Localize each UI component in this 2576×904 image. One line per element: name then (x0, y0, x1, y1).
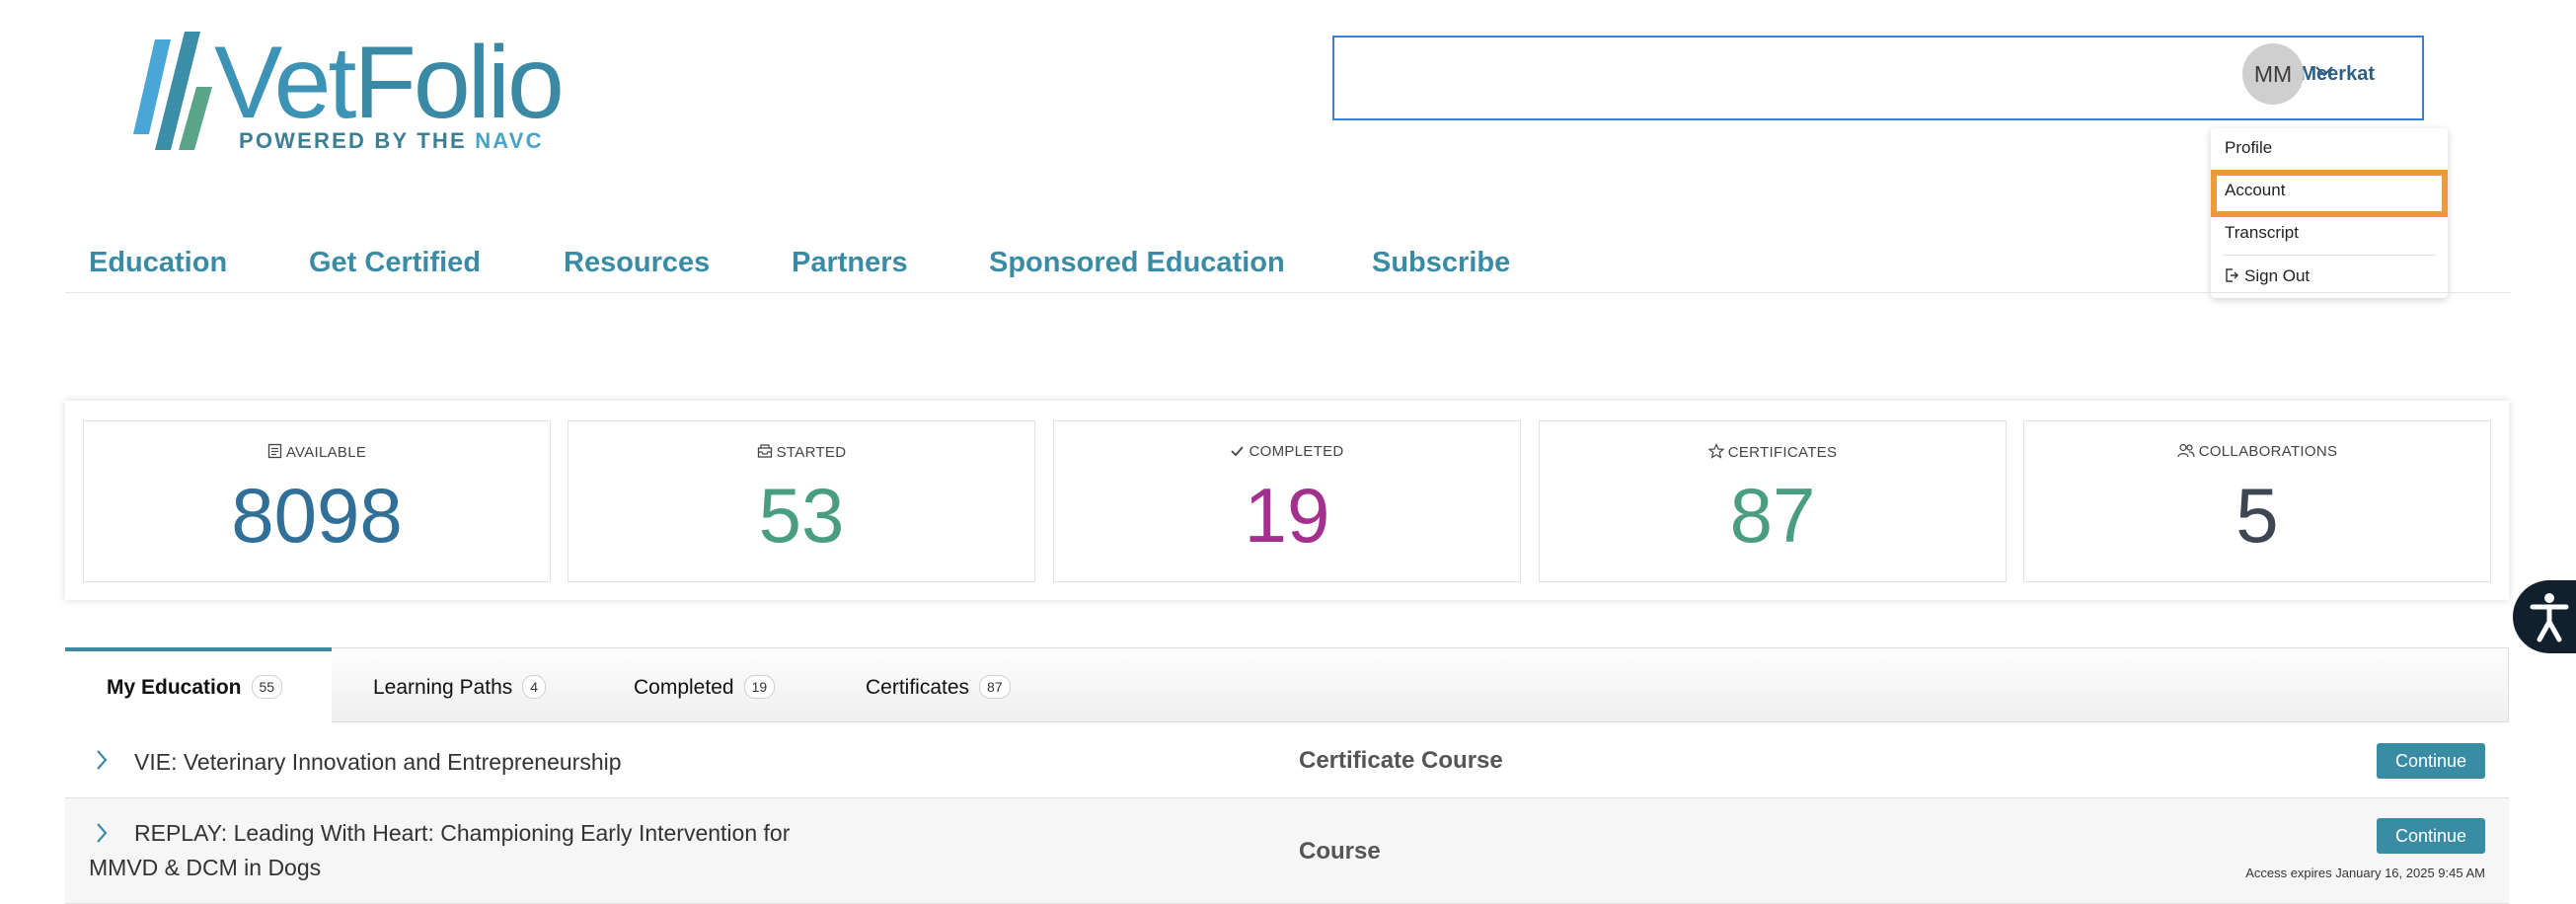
logo-tagline: POWERED BY THE NAVC (239, 128, 544, 153)
stat-label-completed: COMPLETED (1054, 443, 1520, 460)
tab-label: My Education (107, 676, 242, 699)
accessibility-button[interactable] (2513, 580, 2576, 653)
tab-certificates[interactable]: Certificates 87 (824, 647, 1051, 722)
logo-mark-icon (133, 32, 212, 150)
menu-item-transcript[interactable]: Transcript (2225, 223, 2299, 243)
chevron-right-icon[interactable] (95, 821, 109, 845)
nav-sponsored-education[interactable]: Sponsored Education (989, 247, 1285, 279)
tab-completed[interactable]: Completed 19 (592, 647, 819, 722)
tab-label: Learning Paths (373, 676, 513, 699)
stat-card-completed[interactable]: COMPLETED 19 (1053, 420, 1521, 582)
nav-partners[interactable]: Partners (792, 247, 908, 279)
course-type: Course (1299, 838, 1381, 865)
course-title-line2[interactable]: MMVD & DCM in Dogs (89, 851, 321, 884)
course-title-line1[interactable]: REPLAY: Leading With Heart: Championing … (134, 816, 790, 850)
stat-label-certificates: CERTIFICATES (1540, 443, 2006, 461)
stat-card-certificates[interactable]: CERTIFICATES 87 (1539, 420, 2007, 582)
stat-card-available[interactable]: AVAILABLE 8098 (83, 420, 551, 582)
continue-button[interactable]: Continue (2377, 818, 2485, 854)
tab-count-badge: 19 (743, 675, 776, 699)
nav-subscribe[interactable]: Subscribe (1372, 247, 1510, 279)
tab-learning-paths[interactable]: Learning Paths 4 (332, 647, 568, 722)
logo-wordmark: VetFolio (214, 26, 565, 140)
tab-my-education[interactable]: My Education 55 (65, 647, 332, 722)
stat-label-available: AVAILABLE (84, 443, 550, 461)
vetfolio-logo[interactable]: VetFolio POWERED BY THE NAVC (133, 28, 565, 156)
star-icon (1707, 443, 1725, 459)
accessibility-icon (2530, 593, 2569, 642)
menu-item-account[interactable]: Account (2225, 181, 2285, 200)
avatar[interactable]: MM (2242, 43, 2304, 105)
user-dropdown-menu: Profile Account Transcript Sign Out (2211, 128, 2448, 298)
nav-divider (65, 292, 2511, 293)
stat-value-available: 8098 (231, 472, 403, 559)
inbox-icon (757, 444, 772, 458)
access-expiry-text: Access expires January 16, 2025 9:45 AM (2245, 866, 2485, 880)
course-title[interactable]: VIE: Veterinary Innovation and Entrepren… (134, 745, 622, 779)
stat-value-started: 53 (758, 472, 845, 559)
tab-count-badge: 87 (979, 675, 1011, 699)
sign-out-label: Sign Out (2244, 266, 2311, 285)
continue-button[interactable]: Continue (2377, 743, 2485, 779)
nav-education[interactable]: Education (89, 247, 227, 279)
chevron-down-icon[interactable] (2312, 63, 2336, 79)
users-icon (2177, 443, 2195, 458)
stat-card-collaborations[interactable]: COLLABORATIONS 5 (2023, 420, 2491, 582)
tab-count-badge: 4 (522, 675, 547, 699)
menu-item-profile[interactable]: Profile (2225, 138, 2272, 158)
stat-value-completed: 19 (1244, 472, 1330, 559)
table-row[interactable]: VIE: Veterinary Innovation and Entrepren… (65, 723, 2509, 798)
tab-label: Certificates (866, 676, 970, 699)
table-row[interactable]: REPLAY: Leading With Heart: Championing … (65, 798, 2509, 904)
tab-label: Completed (634, 676, 734, 699)
stat-card-started[interactable]: STARTED 53 (568, 420, 1035, 582)
nav-resources[interactable]: Resources (564, 247, 710, 279)
stat-label-collaborations: COLLABORATIONS (2024, 443, 2490, 460)
stat-value-collaborations: 5 (2235, 472, 2279, 559)
stat-value-certificates: 87 (1729, 472, 1816, 559)
menu-divider (2223, 255, 2436, 256)
sign-out-icon (2226, 268, 2238, 282)
tab-count-badge: 55 (251, 675, 283, 699)
check-icon (1231, 446, 1245, 457)
course-type: Certificate Course (1299, 747, 1503, 774)
nav-get-certified[interactable]: Get Certified (309, 247, 481, 279)
chevron-right-icon[interactable] (95, 748, 109, 772)
document-icon (267, 443, 281, 459)
menu-item-sign-out[interactable]: Sign Out (2225, 266, 2310, 286)
stat-label-started: STARTED (568, 443, 1034, 461)
